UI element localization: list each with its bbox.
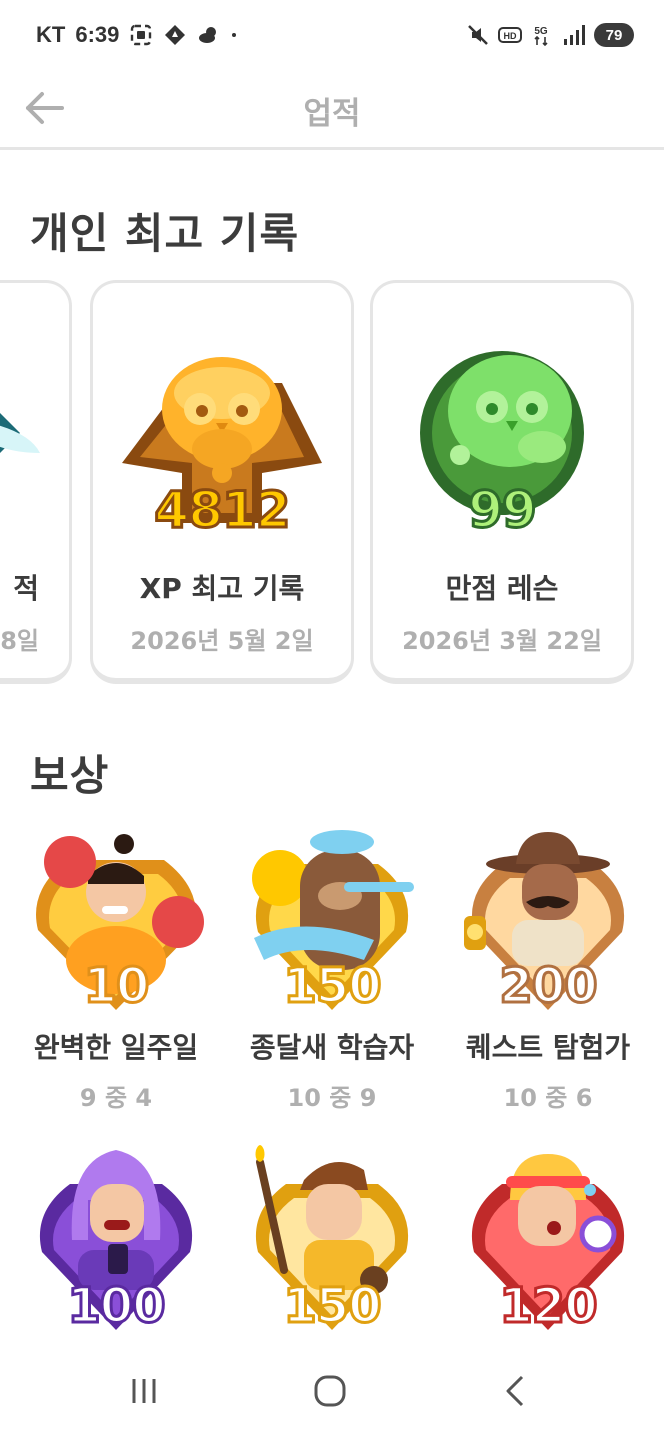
hd-icon: HD (498, 27, 522, 43)
status-bar: KT 6:39 HD 5G 79 (0, 0, 664, 66)
record-date-xp: 2026년 5월 2일 (130, 627, 314, 655)
award-progress: 10 중 9 (287, 1084, 377, 1112)
nav-back-button[interactable] (486, 1366, 546, 1416)
record-card-xp[interactable]: 4812 XP 최고 기록 2026년 5월 2일 (90, 280, 354, 684)
screenshot-icon (131, 24, 152, 46)
location-icon (165, 25, 186, 45)
home-icon (314, 1375, 346, 1407)
system-navigation-bar (0, 1340, 664, 1440)
award-value: 100 (66, 1277, 167, 1336)
app-header: 업적 (0, 66, 664, 150)
svg-text:HD: HD (504, 31, 517, 41)
award-item[interactable]: 200 퀘스트 탐험가 10 중 6 (440, 820, 656, 1120)
record-card-perfect-lesson[interactable]: 99 만점 레슨 2026년 3월 22일 (370, 280, 634, 684)
record-label-perfect-lesson: 만점 레슨 (445, 572, 559, 605)
5g-icon: 5G (534, 26, 548, 47)
award-value: 120 (498, 1277, 599, 1336)
page-title: 업적 (303, 96, 361, 132)
record-value-perfect-lesson: 99 (467, 480, 539, 541)
personal-records-carousel[interactable]: 적 8일 4812 XP 최고 기록 2026년 5월 2일 99 만점 레슨 … (0, 280, 664, 686)
battery-level: 79 (605, 26, 623, 44)
dot-icon (232, 33, 237, 37)
clock: 6:39 (75, 22, 120, 47)
mute-icon (468, 25, 488, 45)
award-value: 150 (282, 957, 383, 1016)
personal-records-heading: 개인 최고 기록 (30, 209, 300, 258)
award-value: 10 (82, 957, 151, 1016)
battery-icon: 79 (594, 23, 634, 47)
svg-text:5G: 5G (534, 26, 548, 37)
recents-button[interactable] (114, 1366, 174, 1416)
award-value: 200 (498, 957, 599, 1016)
record-label-xp: XP 최고 기록 (139, 572, 305, 605)
award-progress: 10 중 6 (503, 1084, 593, 1112)
award-title: 종달새 학습자 (249, 1031, 415, 1064)
record-date-perfect-lesson: 2026년 3월 22일 (402, 627, 602, 655)
award-item[interactable]: 150 종달새 학습자 10 중 9 (224, 820, 440, 1120)
record-label: 적 (13, 572, 39, 605)
record-card[interactable]: 적 8일 (0, 280, 72, 684)
award-title: 퀘스트 탐험가 (465, 1031, 631, 1064)
achievements-screen: KT 6:39 HD 5G 79 업적 개인 최고 기록 적 8일 4812 X… (0, 0, 664, 1440)
recents-icon (132, 1379, 156, 1403)
weather-icon (199, 27, 217, 43)
signal-icon (564, 25, 585, 45)
record-value-xp: 4812 (153, 480, 292, 541)
carrier-label: KT (36, 22, 66, 47)
award-progress: 9 중 4 (79, 1084, 153, 1112)
awards-heading: 보상 (30, 751, 110, 800)
nav-back-icon (506, 1375, 524, 1407)
record-date: 8일 (0, 627, 39, 655)
home-button[interactable] (300, 1366, 360, 1416)
record-badge-icon (0, 323, 69, 543)
award-value: 150 (282, 1277, 383, 1336)
award-item[interactable]: 10 완벽한 일주일 9 중 4 (8, 820, 224, 1120)
award-title: 완벽한 일주일 (33, 1031, 199, 1064)
